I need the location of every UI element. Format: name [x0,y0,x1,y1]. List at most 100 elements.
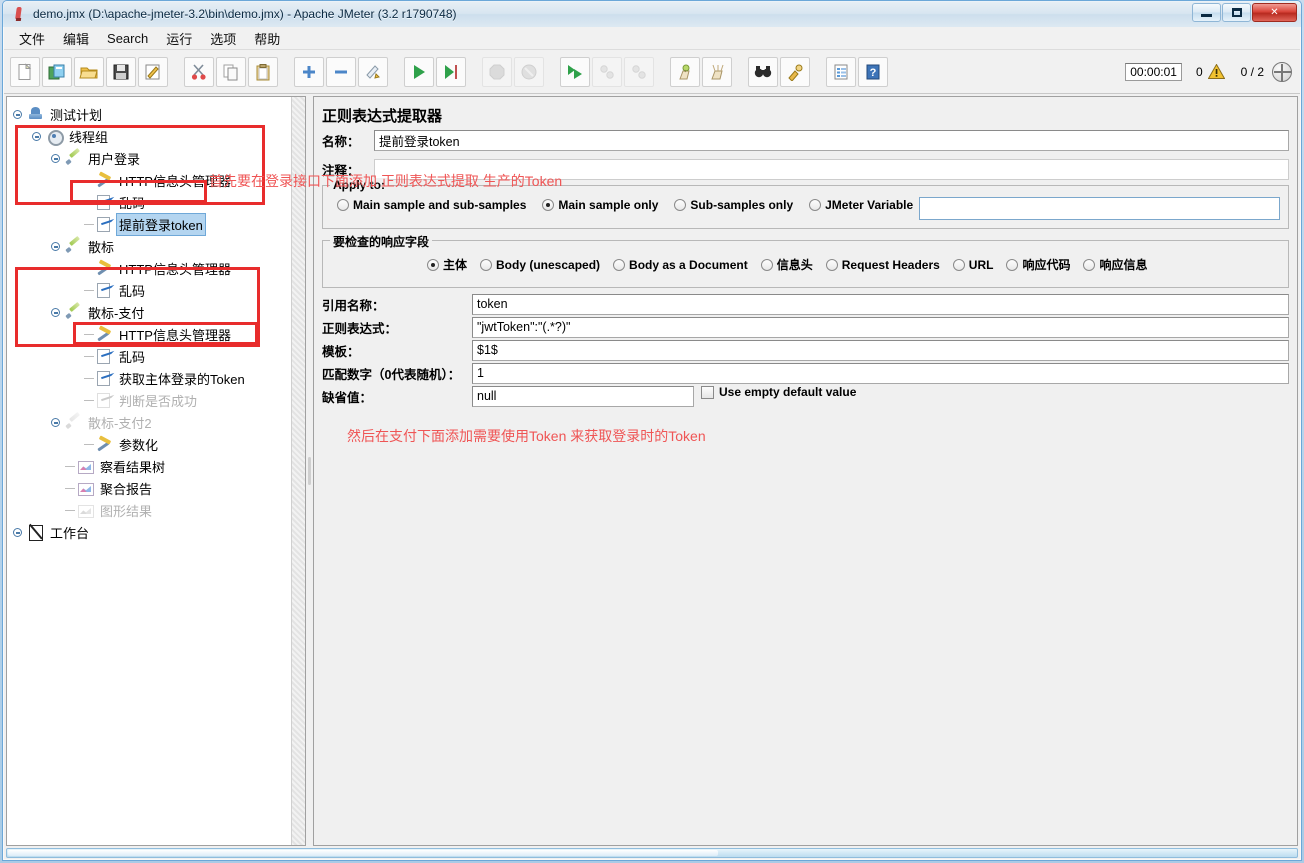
radio-response-code[interactable]: 响应代码 [1006,256,1070,273]
default-value-input[interactable] [472,385,694,407]
save-as-icon[interactable] [138,56,168,87]
tree-branch-line [65,509,75,511]
new-icon[interactable] [10,56,40,87]
tree-node-luanma-2[interactable]: 乱码 [13,279,291,301]
tree-node-label: HTTP信息头管理器 [119,261,231,277]
reset-search-icon[interactable] [780,56,810,87]
radio-label: Body (unescaped) [496,257,601,272]
radio-dot [809,199,822,211]
expand-all-icon[interactable] [294,56,324,87]
tree-vertical-scrollbar[interactable] [291,97,305,845]
comment-input[interactable] [374,159,1289,180]
tree-node-sanbiao[interactable]: 散标 [13,235,291,257]
name-input[interactable] [374,130,1289,151]
regex-extractor-icon [96,370,113,386]
tree-node-header-manager-3[interactable]: HTTP信息头管理器 [13,323,291,345]
name-row: 名称： [322,130,1289,151]
tree-node-header-manager-1[interactable]: HTTP信息头管理器 [13,169,291,191]
minimize-button[interactable] [1192,3,1221,22]
tree-node-login-token[interactable]: 提前登录token [13,213,291,235]
tree-node-view-results-tree[interactable]: 察看结果树 [13,455,291,477]
tree-node-label: 提前登录token [117,213,205,235]
start-no-pause-icon[interactable] [436,56,466,87]
regex-extractor-icon [96,194,113,210]
comment-row: 注释： [322,159,1289,180]
start-icon[interactable] [404,56,434,87]
clear-all-icon[interactable] [702,56,732,87]
templates-icon[interactable] [42,56,72,87]
menu-help[interactable]: 帮助 [245,27,289,50]
paste-icon[interactable] [248,56,278,87]
save-icon[interactable] [106,56,136,87]
menu-search[interactable]: Search [98,29,157,48]
radio-headers[interactable]: 信息头 [760,256,813,273]
tree-node-aggregate-report[interactable]: 聚合报告 [13,477,291,499]
use-empty-default-checkbox[interactable]: Use empty default value [701,385,856,399]
tree-node-assertion[interactable]: 判断是否成功 [13,389,291,411]
jmeter-variable-input[interactable] [919,197,1280,220]
radio-request-headers[interactable]: Request Headers [825,258,940,272]
tree-branch-line [84,443,94,445]
collapse-all-icon[interactable] [326,56,356,87]
tree-node-label: 获取主体登录的Token [119,371,245,387]
help-icon[interactable]: ? [858,56,888,87]
menu-run[interactable]: 运行 [157,27,201,50]
tree-node-params[interactable]: 参数化 [13,433,291,455]
radio-response-message[interactable]: 响应信息 [1083,256,1148,273]
menu-edit[interactable]: 编辑 [54,27,98,50]
window-horizontal-scrollbar[interactable] [6,848,1298,858]
copy-icon[interactable] [216,56,246,87]
open-icon[interactable] [74,56,104,87]
radio-body-unescaped[interactable]: Body (unescaped) [480,258,600,272]
tree-node-graph-results[interactable]: 图形结果 [13,499,291,521]
reference-name-input[interactable] [472,293,1289,315]
radio-body-as-document[interactable]: Body as a Document [613,258,748,272]
close-button[interactable]: ✕ [1252,3,1297,22]
menu-file[interactable]: 文件 [10,27,54,50]
radio-sub-only[interactable]: Sub-samples only [674,198,793,212]
tree-expand-handle[interactable] [51,417,60,427]
tree-expand-handle[interactable] [51,307,60,317]
radio-main-only[interactable]: Main sample only [542,198,658,212]
tree-node-luanma-1[interactable]: 乱码 [13,191,291,213]
tree-node-test-plan[interactable]: 测试计划 [13,103,291,125]
tree-node-header-manager-2[interactable]: HTTP信息头管理器 [13,257,291,279]
radio-body[interactable]: 主体 [427,256,467,273]
tree-expand-handle[interactable] [32,131,41,141]
test-plan-tree[interactable]: 测试计划 线程组 用户登录 HTTP信息头管理器 乱码 提前登录token 散标 HTTP信息… [7,97,291,845]
tree-node-luanma-3[interactable]: 乱码 [13,345,291,367]
maximize-button[interactable] [1222,3,1251,22]
pane-splitter[interactable] [306,94,313,848]
tree-node-sanbiao-pay[interactable]: 散标-支付 [13,301,291,323]
tree-node-label: 图形结果 [100,503,153,519]
regex-extractor-icon [96,348,113,364]
tree-node-thread-group[interactable]: 线程组 [13,125,291,147]
template-input[interactable] [472,339,1289,361]
tree-expand-handle[interactable] [13,109,22,119]
radio-label: 响应代码 [1022,258,1071,272]
globe-icon[interactable] [1272,61,1292,82]
remote-start-all-icon[interactable] [560,56,590,87]
function-helper-icon[interactable] [826,56,856,87]
assertion-icon [96,392,113,408]
radio-main-and-sub[interactable]: Main sample and sub-samples [337,198,526,212]
tree-node-workbench[interactable]: 工作台 [13,521,291,543]
tree-expand-handle[interactable] [13,527,22,537]
warning-icon[interactable] [1207,63,1226,79]
tree-node-user-login[interactable]: 用户登录 [13,147,291,169]
jmeter-window: demo.jmx (D:\apache-jmeter-3.2\bin\demo.… [0,0,1304,863]
cut-icon[interactable] [184,56,214,87]
radio-jmeter-variable[interactable]: JMeter Variable [809,198,913,212]
tree-expand-handle[interactable] [51,241,60,251]
regular-expression-input[interactable] [472,316,1289,338]
main-content: 测试计划 线程组 用户登录 HTTP信息头管理器 乱码 提前登录token 散标 HTTP信息… [4,94,1300,848]
search-icon[interactable] [748,56,778,87]
tree-expand-handle[interactable] [51,153,60,163]
menu-options[interactable]: 选项 [201,27,245,50]
clear-icon[interactable] [670,56,700,87]
match-no-input[interactable] [472,362,1289,384]
tree-node-get-token[interactable]: 获取主体登录的Token [13,367,291,389]
radio-url[interactable]: URL [952,258,993,272]
toggle-icon[interactable] [358,56,388,87]
tree-node-sanbiao-pay2[interactable]: 散标-支付2 [13,411,291,433]
